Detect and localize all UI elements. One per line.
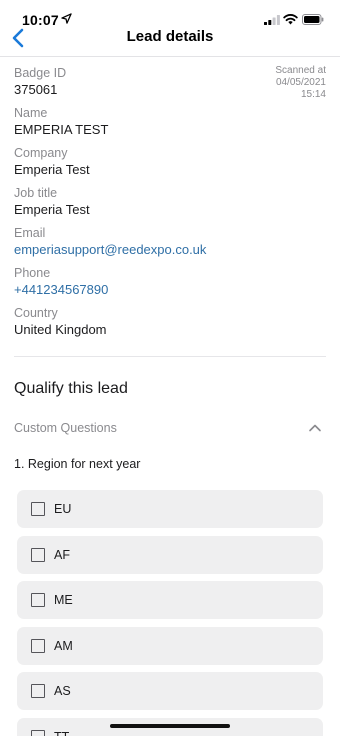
option-label: AF (54, 547, 70, 562)
scanned-label: Scanned at (275, 65, 326, 76)
company-field: Company Emperia Test (14, 145, 326, 178)
question-title: 1. Region for next year (14, 457, 141, 471)
lead-details: Scanned at 04/05/2021 15:14 Badge ID 375… (14, 65, 326, 345)
name-value: EMPERIA TEST (14, 122, 109, 137)
country-label: Country (14, 306, 58, 320)
scanned-date: 04/05/2021 (275, 77, 326, 88)
checkbox[interactable] (31, 638, 45, 653)
checkbox[interactable] (31, 729, 45, 736)
phone-label: Phone (14, 266, 51, 280)
option-am[interactable]: AM (17, 626, 323, 665)
scanned-time: 15:14 (300, 89, 326, 100)
option-label: ME (54, 593, 73, 607)
custom-questions-label: Custom Questions (14, 421, 117, 435)
checkbox[interactable] (31, 593, 45, 607)
job-title-label: Job title (14, 186, 58, 200)
wifi-icon (283, 14, 298, 25)
chevron-up-icon (309, 424, 321, 432)
email-label: Email (14, 226, 46, 240)
custom-questions-header[interactable]: Custom Questions (14, 418, 326, 438)
email-link[interactable]: emperiasupport@reedexpo.co.uk (14, 241, 326, 258)
phone-link[interactable]: +441234567890 (14, 281, 326, 298)
region-options: EU AF ME AM AS TT (17, 490, 323, 736)
job-title-field: Job title Emperia Test (14, 185, 326, 218)
phone-field: Phone +441234567890 (14, 265, 326, 298)
option-af[interactable]: AF (17, 535, 323, 574)
option-me[interactable]: ME (17, 581, 323, 619)
option-label: AM (54, 638, 73, 653)
cellular-signal-icon (264, 15, 280, 25)
job-title-value: Emperia Test (14, 202, 90, 217)
checkbox[interactable] (31, 547, 45, 562)
email-field: Email emperiasupport@reedexpo.co.uk (14, 225, 326, 258)
section-divider (14, 356, 326, 357)
option-label: EU (54, 502, 72, 516)
name-label: Name (14, 106, 48, 120)
page-title: Lead details (126, 28, 214, 45)
scanned-at-info: Scanned at 04/05/2021 15:14 (275, 65, 326, 101)
home-indicator[interactable] (110, 724, 230, 728)
checkbox[interactable] (31, 502, 45, 516)
name-field: Name EMPERIA TEST (14, 105, 326, 138)
checkbox[interactable] (31, 684, 45, 698)
qualify-title: Qualify this lead (14, 380, 128, 397)
country-field: Country United Kingdom (14, 305, 326, 338)
option-label: TT (54, 730, 69, 736)
option-label: AS (54, 684, 71, 698)
company-label: Company (14, 146, 68, 160)
company-value: Emperia Test (14, 162, 90, 177)
country-value: United Kingdom (14, 322, 107, 337)
location-arrow-icon (61, 13, 72, 24)
option-as[interactable]: AS (17, 672, 323, 710)
battery-icon (302, 14, 324, 25)
option-eu[interactable]: EU (17, 490, 323, 528)
nav-divider (0, 56, 340, 57)
nav-bar: Lead details (0, 26, 340, 56)
status-bar: 10:07 (0, 0, 340, 28)
